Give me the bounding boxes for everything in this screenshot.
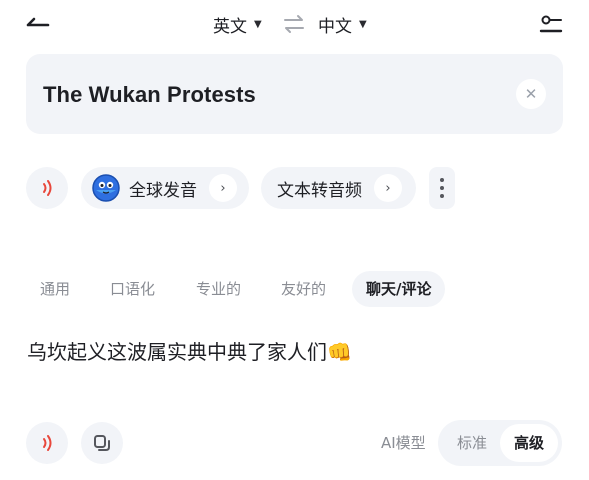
- source-text[interactable]: The Wukan Protests: [43, 82, 256, 108]
- close-icon: ✕: [524, 85, 538, 103]
- globe-mascot-icon: [92, 174, 120, 202]
- clear-input-button[interactable]: ✕: [516, 79, 546, 109]
- text-to-audio-button[interactable]: 文本转音频 ›: [261, 167, 416, 209]
- tab-friendly[interactable]: 友好的: [281, 271, 326, 307]
- source-text-card[interactable]: The Wukan Protests ✕: [26, 54, 563, 134]
- speaker-icon: [43, 180, 52, 196]
- copy-icon: [94, 435, 110, 451]
- target-language-selector[interactable]: 中文 ▼: [318, 12, 367, 37]
- target-language-label: 中文: [318, 17, 352, 37]
- caret-down-icon: ▼: [359, 19, 367, 30]
- tab-professional[interactable]: 专业的: [196, 271, 241, 307]
- top-bar: 英文 ▼ 中文 ▼: [0, 0, 589, 48]
- chevron-right-icon: ›: [374, 174, 402, 202]
- play-source-audio-button[interactable]: [26, 167, 68, 209]
- model-option-standard[interactable]: 标准: [444, 424, 500, 462]
- source-language-label: 英文: [213, 17, 247, 37]
- ai-model-toggle: 标准 高级: [438, 420, 562, 466]
- settings-button[interactable]: [536, 12, 564, 38]
- tool-row: 全球发音 › 文本转音频 ›: [26, 167, 566, 209]
- source-language-selector[interactable]: 英文 ▼: [213, 12, 262, 37]
- play-translation-audio-button[interactable]: [26, 422, 68, 464]
- global-pronunciation-label: 全球发音: [129, 180, 197, 201]
- translation-result: 乌坎起义这波属实典中典了家人们👊: [27, 340, 352, 364]
- result-actions-bar: AI模型 标准 高级: [26, 420, 566, 466]
- ai-model-label: AI模型: [381, 434, 426, 452]
- chevron-right-icon: ›: [209, 174, 237, 202]
- tab-general[interactable]: 通用: [40, 271, 70, 307]
- swap-icon: [284, 15, 304, 33]
- swap-languages-button[interactable]: [281, 11, 307, 37]
- more-options-button[interactable]: [429, 167, 455, 209]
- copy-translation-button[interactable]: [81, 422, 123, 464]
- tab-chat-comment[interactable]: 聊天/评论: [352, 271, 446, 307]
- speaker-icon: [43, 435, 52, 451]
- tab-colloquial[interactable]: 口语化: [110, 271, 155, 307]
- back-arrow-icon: [26, 17, 50, 27]
- translation-style-tabs: 通用 口语化 专业的 友好的 聊天/评论: [26, 271, 566, 307]
- back-button[interactable]: [22, 10, 56, 38]
- settings-sliders-icon: [539, 15, 563, 33]
- text-to-audio-label: 文本转音频: [277, 180, 362, 201]
- global-pronunciation-button[interactable]: 全球发音 ›: [81, 167, 249, 209]
- more-vertical-icon: [440, 178, 444, 182]
- model-option-advanced[interactable]: 高级: [500, 424, 558, 462]
- caret-down-icon: ▼: [254, 19, 262, 30]
